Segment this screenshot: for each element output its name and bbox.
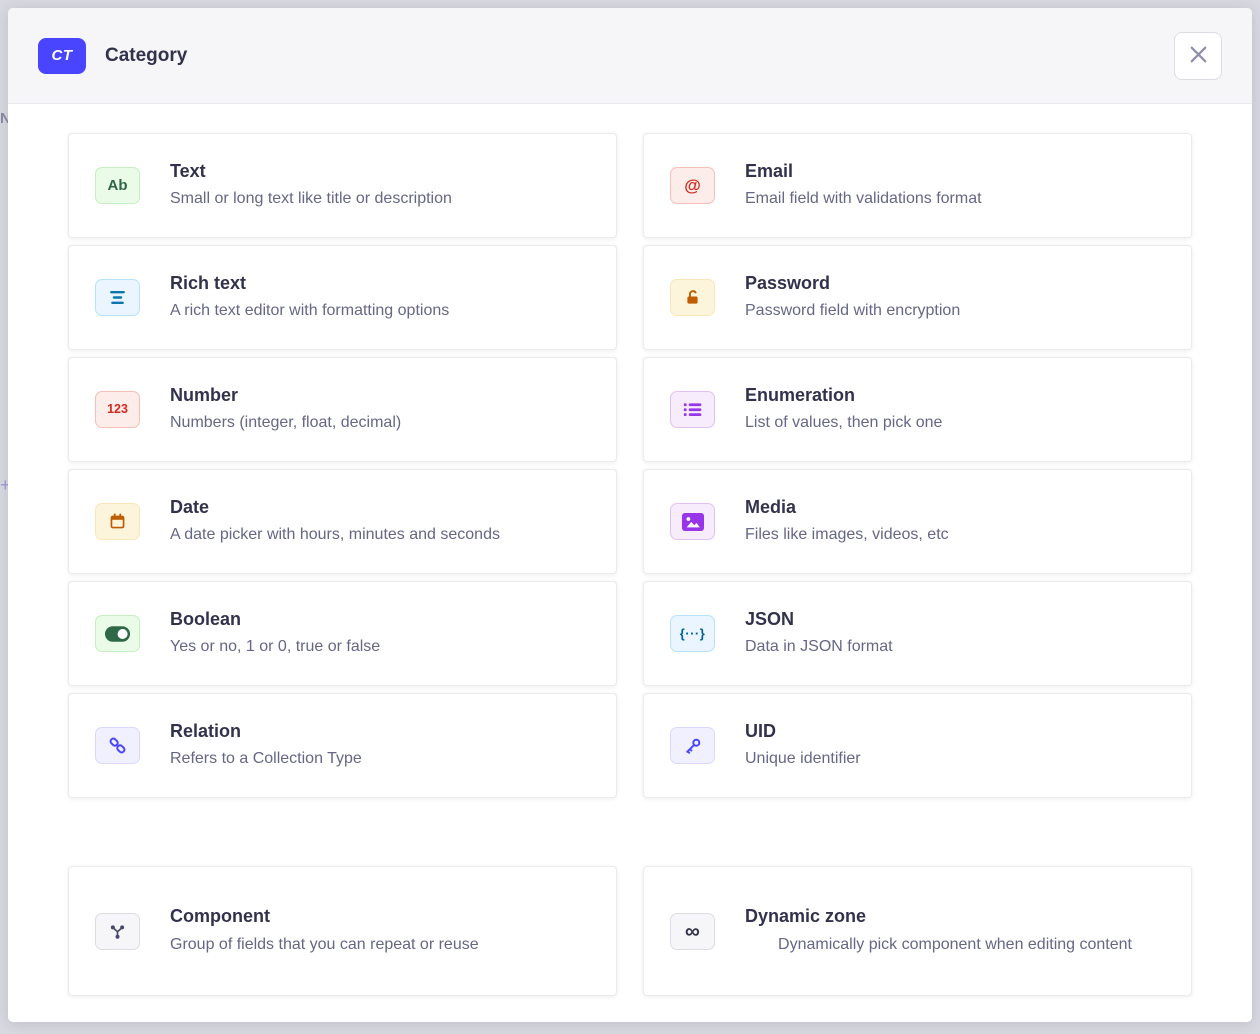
field-type-card-enumeration[interactable]: Enumeration List of values, then pick on… [643, 357, 1192, 462]
field-type-title: Rich text [170, 272, 590, 295]
select-field-modal: CT Category Ab Text Small or long text l… [8, 8, 1252, 1022]
field-type-title: Text [170, 160, 590, 183]
field-type-title: Email [745, 160, 1165, 183]
field-type-card-relation[interactable]: Relation Refers to a Collection Type [68, 693, 617, 798]
modal-header: CT Category [8, 8, 1252, 104]
field-type-description: Data in JSON format [745, 635, 1165, 659]
field-type-title: Media [745, 496, 1165, 519]
field-type-text: Media Files like images, videos, etc [745, 496, 1165, 548]
field-type-title: Relation [170, 720, 590, 743]
field-type-text: Date A date picker with hours, minutes a… [170, 496, 590, 548]
password-field-icon [670, 279, 715, 316]
number-field-icon: 123 [95, 391, 140, 428]
field-type-title: Password [745, 272, 1165, 295]
advanced-field-type-grid: Component Group of fields that you can r… [68, 866, 1192, 996]
relation-field-icon [95, 727, 140, 764]
email-field-icon: @ [670, 167, 715, 204]
field-type-card-date[interactable]: Date A date picker with hours, minutes a… [68, 469, 617, 574]
field-type-description: Email field with validations format [745, 187, 1165, 211]
field-type-text: Enumeration List of values, then pick on… [745, 384, 1165, 436]
field-type-text: JSON Data in JSON format [745, 608, 1165, 660]
field-type-text: Rich text A rich text editor with format… [170, 272, 590, 324]
field-type-card-boolean[interactable]: Boolean Yes or no, 1 or 0, true or false [68, 581, 617, 686]
field-type-title: Date [170, 496, 590, 519]
field-type-text: Relation Refers to a Collection Type [170, 720, 590, 772]
date-field-icon [95, 503, 140, 540]
component-field-icon [95, 913, 140, 950]
backdrop-page-fragment: + [0, 475, 8, 496]
field-type-title: JSON [745, 608, 1165, 631]
field-type-card-component[interactable]: Component Group of fields that you can r… [68, 866, 617, 996]
media-field-icon [670, 503, 715, 540]
field-type-text: Component Group of fields that you can r… [170, 905, 590, 957]
field-type-text: UID Unique identifier [745, 720, 1165, 772]
field-type-card-uid[interactable]: UID Unique identifier [643, 693, 1192, 798]
json-field-icon: {···} [670, 615, 715, 652]
field-type-description: Small or long text like title or descrip… [170, 187, 590, 211]
field-type-card-password[interactable]: Password Password field with encryption [643, 245, 1192, 350]
field-type-text: Password Password field with encryption [745, 272, 1165, 324]
field-type-title: UID [745, 720, 1165, 743]
field-type-text: Dynamic zone Dynamically pick component … [745, 905, 1165, 957]
field-type-card-email[interactable]: @ Email Email field with validations for… [643, 133, 1192, 238]
field-type-description: Yes or no, 1 or 0, true or false [170, 635, 590, 659]
field-type-title: Component [170, 905, 590, 928]
field-type-card-richtext[interactable]: Rich text A rich text editor with format… [68, 245, 617, 350]
close-icon [1190, 46, 1207, 66]
collection-type-badge: CT [38, 38, 86, 74]
uid-field-icon [670, 727, 715, 764]
enumeration-field-icon [670, 391, 715, 428]
field-type-description: Refers to a Collection Type [170, 747, 590, 771]
field-type-description: Group of fields that you can repeat or r… [170, 933, 590, 957]
field-type-description: Unique identifier [745, 747, 1165, 771]
field-type-card-media[interactable]: Media Files like images, videos, etc [643, 469, 1192, 574]
field-type-title: Dynamic zone [745, 905, 1165, 928]
field-type-description: Files like images, videos, etc [745, 523, 1165, 547]
field-type-title: Boolean [170, 608, 590, 631]
field-type-text: Email Email field with validations forma… [745, 160, 1165, 212]
dynamic-zone-field-icon: ∞ [670, 913, 715, 950]
field-type-description: List of values, then pick one [745, 411, 1165, 435]
field-type-text: Boolean Yes or no, 1 or 0, true or false [170, 608, 590, 660]
field-type-description: A date picker with hours, minutes and se… [170, 523, 590, 547]
field-type-text: Text Small or long text like title or de… [170, 160, 590, 212]
backdrop-page-fragment: N [0, 110, 8, 127]
field-type-card-dynamiczone[interactable]: ∞ Dynamic zone Dynamically pick componen… [643, 866, 1192, 996]
boolean-field-icon [95, 615, 140, 652]
field-type-description: Dynamically pick component when editing … [745, 933, 1165, 957]
field-type-card-number[interactable]: 123 Number Numbers (integer, float, deci… [68, 357, 617, 462]
field-type-title: Number [170, 384, 590, 407]
modal-body: Ab Text Small or long text like title or… [8, 104, 1252, 1022]
field-type-description: A rich text editor with formatting optio… [170, 299, 590, 323]
field-type-card-text[interactable]: Ab Text Small or long text like title or… [68, 133, 617, 238]
close-button[interactable] [1174, 32, 1222, 80]
field-type-card-json[interactable]: {···} JSON Data in JSON format [643, 581, 1192, 686]
field-type-title: Enumeration [745, 384, 1165, 407]
field-type-grid: Ab Text Small or long text like title or… [68, 133, 1192, 798]
field-type-description: Password field with encryption [745, 299, 1165, 323]
rich-text-field-icon [95, 279, 140, 316]
text-field-icon: Ab [95, 167, 140, 204]
modal-title: Category [105, 45, 187, 67]
field-type-text: Number Numbers (integer, float, decimal) [170, 384, 590, 436]
field-type-description: Numbers (integer, float, decimal) [170, 411, 590, 435]
